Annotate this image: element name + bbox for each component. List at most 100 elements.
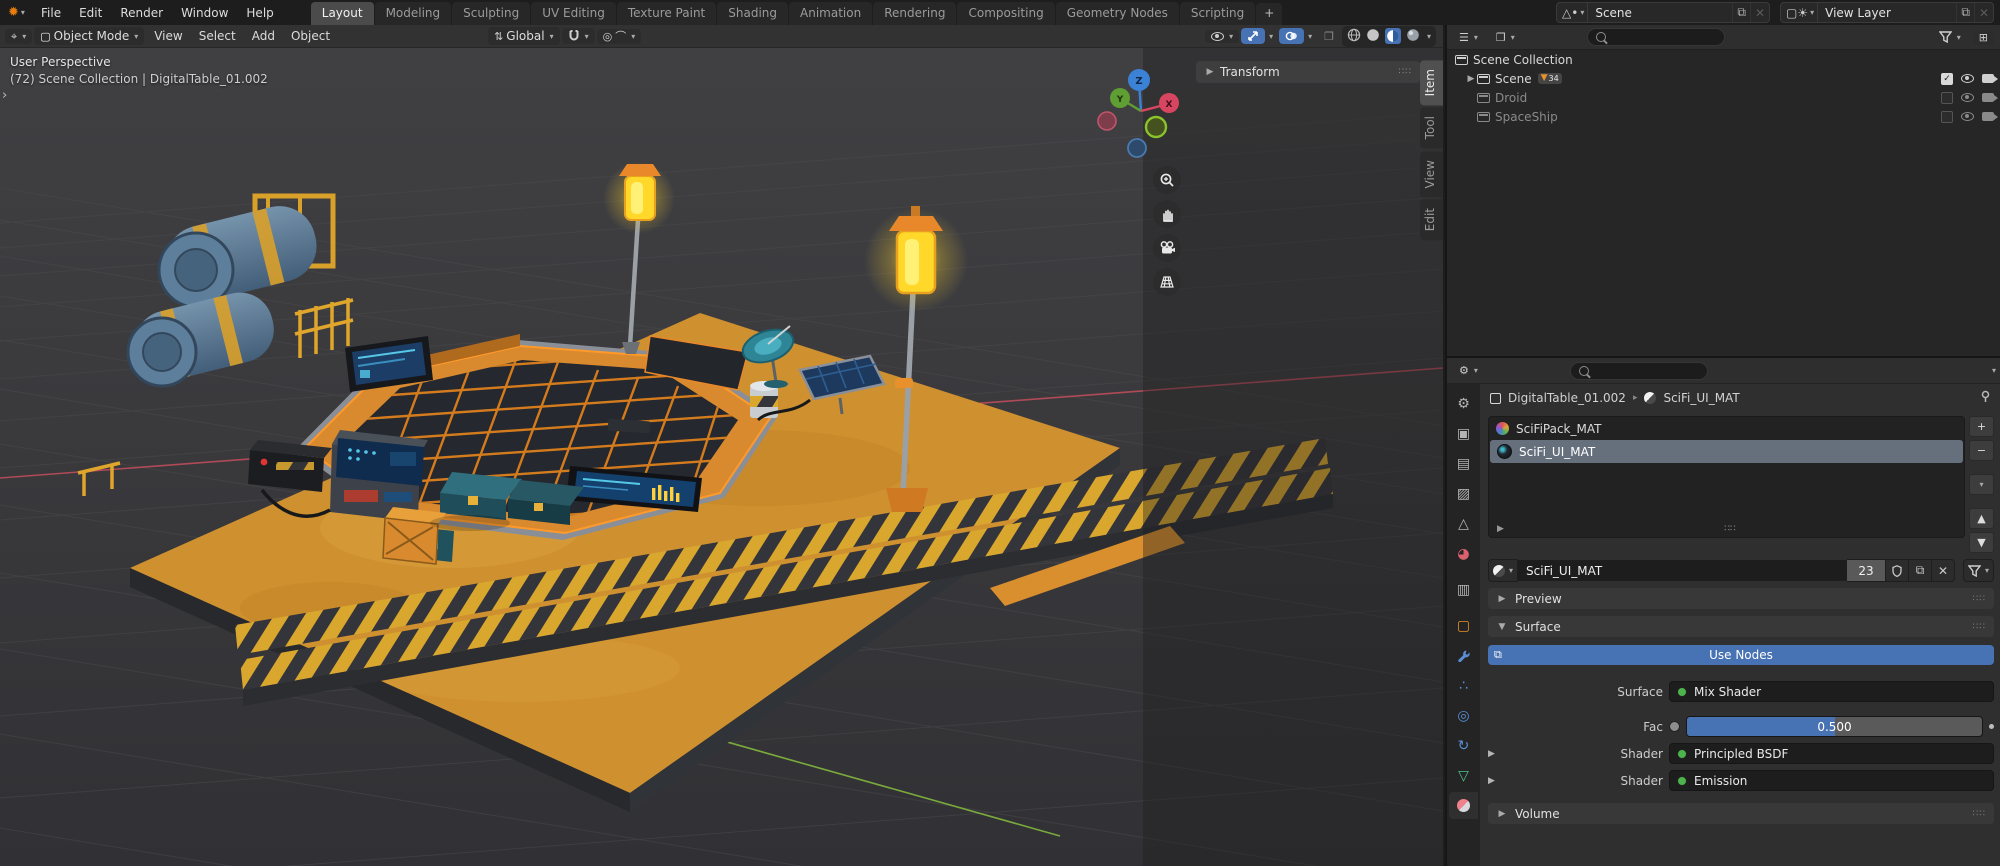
gizmos-toggle[interactable] xyxy=(1241,28,1265,44)
workspace-tab-animation[interactable]: Animation xyxy=(789,2,872,25)
properties-options-dropdown[interactable]: ▾ xyxy=(1992,366,1996,375)
outliner-row-scene-collection[interactable]: Scene Collection xyxy=(1447,50,2000,69)
sidebar-tab-edit[interactable]: Edit xyxy=(1420,199,1443,240)
delete-scene-button[interactable]: ✕ xyxy=(1750,3,1769,22)
overlays-dropdown[interactable]: ▾ xyxy=(1308,32,1312,41)
tab-object-data[interactable]: ▽ xyxy=(1449,762,1478,789)
render-visibility-icon[interactable] xyxy=(1982,74,1994,83)
tab-material[interactable] xyxy=(1449,792,1478,819)
workspace-tab-geometry-nodes[interactable]: Geometry Nodes xyxy=(1056,2,1179,25)
tab-view-layer[interactable]: ▨ xyxy=(1449,480,1478,507)
move-slot-down-button[interactable]: ▼ xyxy=(1969,532,1994,553)
proportional-editing-toggle[interactable]: ◎⌒▾ xyxy=(597,29,642,44)
tab-modifiers[interactable] xyxy=(1449,642,1478,669)
fac-decorator-icon[interactable] xyxy=(1989,724,1994,729)
gizmo-minus-y-ball[interactable] xyxy=(1146,117,1166,137)
gizmo-minus-x-ball[interactable] xyxy=(1098,112,1116,130)
shading-solid-button[interactable] xyxy=(1366,28,1380,45)
tab-particles[interactable]: ∴ xyxy=(1449,672,1478,699)
tab-physics[interactable]: ◎ xyxy=(1449,702,1478,729)
list-expand-icon[interactable]: ▶ xyxy=(1497,524,1504,534)
material-name-field[interactable]: SciFi_UI_MAT xyxy=(1518,560,1847,581)
copy-material-button[interactable]: ⧉ xyxy=(1909,559,1932,582)
viewport-menu-view[interactable]: View xyxy=(146,27,190,45)
outliner-search-input[interactable] xyxy=(1587,28,1725,46)
power-box-object[interactable] xyxy=(248,440,332,492)
outliner-display-mode-button[interactable]: ❐▾ xyxy=(1490,30,1521,45)
menu-file[interactable]: File xyxy=(32,4,70,22)
zoom-button[interactable] xyxy=(1153,166,1181,194)
panel-grip-icon[interactable]: ∷∷ xyxy=(1973,594,1986,604)
workspace-tab-texture-paint[interactable]: Texture Paint xyxy=(617,2,716,25)
workspace-tab-shading[interactable]: Shading xyxy=(717,2,788,25)
surface-shader-field[interactable]: Mix Shader xyxy=(1669,681,1994,702)
gizmo-minus-z-ball[interactable] xyxy=(1128,139,1146,157)
transform-panel-header[interactable]: ▶ Transform ∷∷ xyxy=(1196,61,1420,83)
menu-window[interactable]: Window xyxy=(172,4,237,22)
panel-grip-icon[interactable]: ∷∷ xyxy=(1399,67,1412,77)
pin-icon[interactable] xyxy=(1979,390,1992,406)
menu-edit[interactable]: Edit xyxy=(70,4,111,22)
hide-eye-icon[interactable] xyxy=(1961,93,1974,102)
viewport-canvas[interactable]: User Perspective (72) Scene Collection |… xyxy=(0,48,1443,866)
overlays-toggle[interactable] xyxy=(1279,28,1304,44)
material-link-filter-button[interactable]: ▾ xyxy=(1963,559,1994,582)
snap-toggle[interactable]: ▾ xyxy=(562,28,595,44)
editor-type-button[interactable]: ⌖▾ xyxy=(5,29,32,44)
xray-toggle[interactable]: ❐ xyxy=(1318,29,1340,44)
properties-editor-type-button[interactable]: ⚙▾ xyxy=(1453,363,1484,378)
toolbar-expand-arrow[interactable]: › xyxy=(2,88,7,103)
menu-help[interactable]: Help xyxy=(237,4,282,22)
view-layer-icon[interactable]: ▢☀▾ xyxy=(1781,3,1818,22)
outliner-editor-type-button[interactable]: ☰▾ xyxy=(1453,30,1484,45)
properties-search-input[interactable] xyxy=(1570,362,1708,380)
mode-selector[interactable]: ▢Object Mode▾ xyxy=(34,27,144,45)
preview-panel-header[interactable]: ▶ Preview ∷∷ xyxy=(1488,588,1994,609)
breadcrumb-object[interactable]: DigitalTable_01.002 xyxy=(1508,391,1626,405)
remove-slot-button[interactable]: − xyxy=(1969,440,1994,461)
blender-logo-icon[interactable]: ✹▾ xyxy=(8,6,26,20)
collection-checkbox[interactable]: ✓ xyxy=(1941,73,1953,85)
render-visibility-icon[interactable] xyxy=(1982,93,1994,102)
delete-view-layer-button[interactable]: ✕ xyxy=(1974,3,1993,22)
viewport-menu-object[interactable]: Object xyxy=(283,27,338,45)
move-slot-up-button[interactable]: ▲ xyxy=(1969,508,1994,529)
gizmos-dropdown[interactable]: ▾ xyxy=(1269,32,1273,41)
outliner-row-spaceship[interactable]: SpaceShip xyxy=(1447,107,2000,126)
material-slot-scifi-ui[interactable]: SciFi_UI_MAT xyxy=(1490,440,1963,463)
viewport-menu-select[interactable]: Select xyxy=(191,27,244,45)
workspace-tab-modeling[interactable]: Modeling xyxy=(375,2,452,25)
fac-slider[interactable]: 0.500 xyxy=(1686,716,1983,737)
workspace-tab-uv-editing[interactable]: UV Editing xyxy=(531,2,616,25)
collection-checkbox[interactable] xyxy=(1941,92,1953,104)
panel-grip-icon[interactable]: ∷∷ xyxy=(1973,622,1986,632)
outliner-filter-button[interactable]: ▾ xyxy=(1933,29,1967,45)
orthographic-toggle-button[interactable] xyxy=(1153,268,1181,296)
expand-arrow-icon[interactable]: ▶ xyxy=(1488,749,1502,759)
tab-output[interactable]: ▤ xyxy=(1449,450,1478,477)
outliner-row-scene[interactable]: ▶ Scene ▼34 ✓ xyxy=(1447,69,2000,88)
breadcrumb-material[interactable]: SciFi_UI_MAT xyxy=(1663,391,1739,405)
workspace-tab-scripting[interactable]: Scripting xyxy=(1180,2,1255,25)
tab-tool[interactable]: ⚙ xyxy=(1449,390,1478,417)
surface-panel-header[interactable]: ▼ Surface ∷∷ xyxy=(1488,616,1994,637)
camera-view-button[interactable] xyxy=(1153,234,1181,262)
material-slot-scifipack[interactable]: SciFiPack_MAT xyxy=(1489,417,1964,440)
slot-specials-button[interactable]: ▾ xyxy=(1969,474,1994,495)
new-collection-button[interactable]: ⊞ xyxy=(1973,30,1994,45)
shading-wireframe-button[interactable] xyxy=(1347,28,1361,45)
tab-object[interactable]: ▢ xyxy=(1449,612,1478,639)
sidebar-tab-item[interactable]: Item xyxy=(1420,60,1443,105)
viewport-menu-add[interactable]: Add xyxy=(244,27,283,45)
shading-rendered-button[interactable] xyxy=(1406,28,1420,45)
workspace-tab-sculpting[interactable]: Sculpting xyxy=(452,2,530,25)
workspace-tab-layout[interactable]: Layout xyxy=(311,2,374,25)
workspace-tab-compositing[interactable]: Compositing xyxy=(957,2,1054,25)
tab-world[interactable]: ◕ xyxy=(1449,540,1478,567)
unlink-material-button[interactable]: ✕ xyxy=(1932,559,1955,582)
pan-button[interactable] xyxy=(1153,200,1181,228)
expand-arrow-icon[interactable]: ▶ xyxy=(1488,776,1502,786)
workspace-tab-rendering[interactable]: Rendering xyxy=(873,2,956,25)
panel-grip-icon[interactable]: ∷∷ xyxy=(1973,809,1986,819)
tab-render[interactable]: ▣ xyxy=(1449,420,1478,447)
